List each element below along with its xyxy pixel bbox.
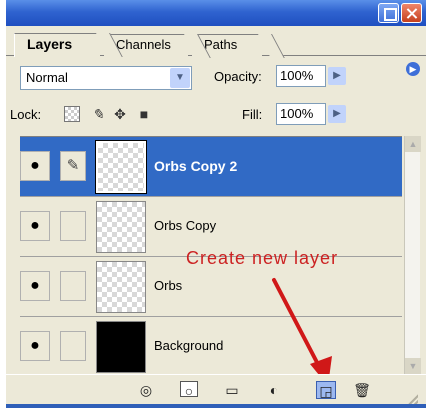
adjustment-layer-icon[interactable]: ◐ (264, 381, 284, 399)
annotation-arrow (272, 278, 332, 386)
new-layer-icon[interactable]: ◲ (316, 381, 336, 399)
layer-style-icon[interactable]: ◎ (136, 381, 156, 399)
trash-icon[interactable]: 🗑 (352, 381, 372, 399)
layer-mask-icon[interactable]: ○ (180, 381, 198, 399)
bottom-edge (6, 404, 426, 408)
new-group-icon[interactable]: ▭ (222, 381, 242, 399)
bottom-toolbar: ◎ ○ ▭ ◐ ◲ 🗑 (6, 374, 426, 408)
layers-panel: Paths Channels Layers ▶ Normal ▼ Opacity… (6, 0, 426, 408)
